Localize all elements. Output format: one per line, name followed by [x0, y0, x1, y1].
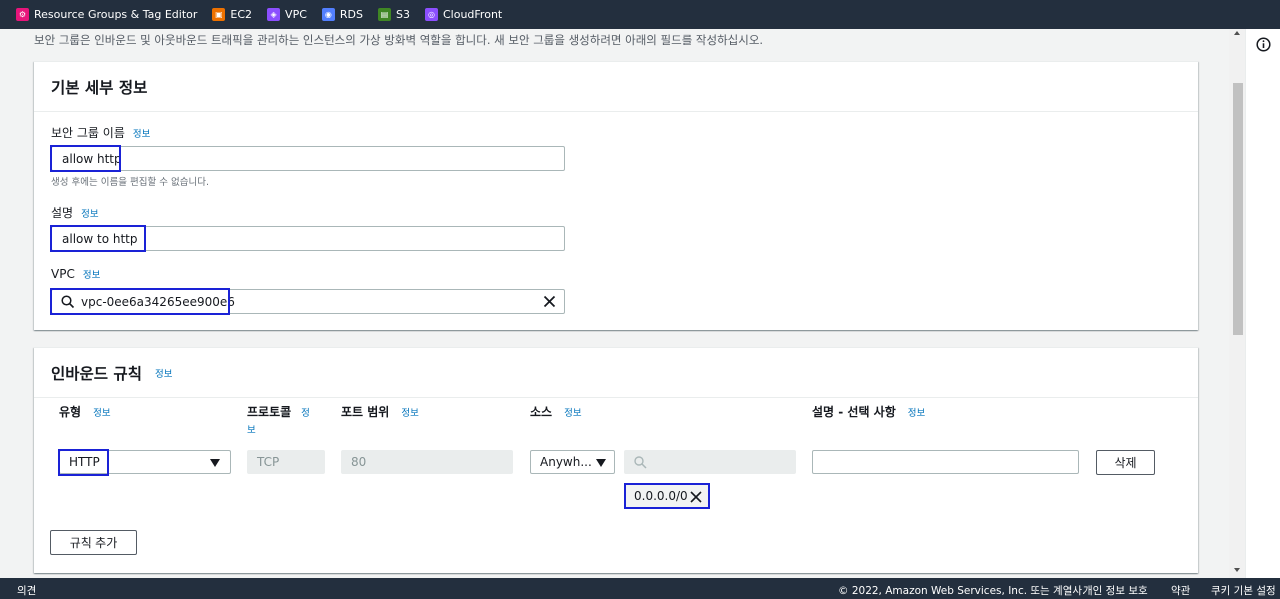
remove-token-icon[interactable]	[690, 491, 702, 503]
info-link[interactable]: 정보	[908, 408, 925, 419]
port-range-field: 80	[341, 450, 513, 474]
col-desc-header: 설명 - 선택 사항 정보	[812, 405, 926, 419]
favorite-cloudfront[interactable]: ◎ CloudFront	[424, 8, 502, 21]
rds-icon: ◉	[321, 8, 335, 21]
favorites-bar: ⚙ Resource Groups & Tag Editor ▣ EC2 ◈ VPC …	[0, 0, 1280, 29]
info-circle-icon[interactable]	[1256, 37, 1271, 52]
favorite-ec2[interactable]: ▣ EC2	[212, 8, 252, 21]
col-protocol-header: 프로토콜 정 보	[247, 403, 322, 436]
favorite-vpc[interactable]: ◈ VPC	[267, 8, 307, 21]
feedback-link[interactable]: 의견	[17, 583, 36, 598]
basic-details-header: 기본 세부 정보	[34, 62, 1198, 112]
scroll-up-arrow[interactable]	[1234, 31, 1240, 35]
info-link[interactable]: 정보	[564, 408, 581, 419]
vpc-icon: ◈	[267, 8, 281, 21]
s3-icon: ▤	[378, 8, 391, 21]
clear-icon[interactable]	[543, 295, 556, 308]
highlight-box	[58, 449, 109, 476]
rule-description-input[interactable]	[812, 450, 1079, 474]
info-link-wrap[interactable]: 보	[247, 422, 322, 436]
info-link[interactable]: 정보	[133, 126, 150, 140]
search-icon	[634, 455, 647, 469]
highlight-box	[50, 145, 121, 172]
description-label: 설명 정보	[51, 206, 99, 220]
cloudfront-icon: ◎	[424, 8, 438, 21]
info-link[interactable]: 정보	[155, 366, 172, 380]
info-link[interactable]: 정보	[81, 206, 98, 220]
footer: 의견 © 2022, Amazon Web Services, Inc. 또는 …	[0, 578, 1280, 599]
help-panel-rail	[1245, 29, 1280, 578]
add-rule-button[interactable]: 규칙 추가	[50, 530, 137, 555]
info-link[interactable]: 정보	[93, 408, 110, 419]
resource-groups-icon: ⚙	[16, 8, 29, 21]
sg-name-label: 보안 그룹 이름 정보	[51, 126, 151, 140]
sg-name-input[interactable]: allow http	[51, 146, 565, 171]
col-port-header: 포트 범위 정보	[341, 405, 419, 419]
terms-link[interactable]: 약관	[1171, 583, 1190, 598]
main-content: 보안 그룹은 인바운드 및 아웃바운드 트래픽을 관리하는 인스턴스의 가상 방…	[0, 29, 1245, 578]
favorite-rds[interactable]: ◉ RDS	[321, 8, 363, 21]
panel-title: 기본 세부 정보	[51, 78, 148, 97]
inbound-rules-header: 인바운드 규칙 정보	[34, 348, 1198, 398]
ec2-icon: ▣	[212, 8, 226, 21]
chevron-down-icon	[596, 459, 606, 467]
inbound-rules-panel: 인바운드 규칙 정보 유형 정보 프로토콜 정 보 포트 범위 정보 소스 정보 설명 …	[34, 347, 1198, 573]
cidr-token: 0.0.0.0/0	[624, 483, 710, 509]
chevron-down-icon	[210, 459, 220, 467]
col-type-header: 유형 정보	[59, 405, 111, 419]
favorite-s3[interactable]: ▤ S3	[378, 8, 410, 21]
scroll-down-arrow[interactable]	[1234, 568, 1240, 572]
cookie-preferences-link[interactable]: 쿠키 기본 설정	[1211, 583, 1276, 598]
sg-name-hint: 생성 후에는 이름을 편집할 수 없습니다.	[51, 177, 209, 188]
scrollbar-thumb[interactable]	[1233, 83, 1243, 335]
vpc-label: VPC 정보	[51, 267, 101, 281]
delete-rule-button[interactable]: 삭제	[1096, 450, 1155, 475]
page-scrollbar[interactable]	[1229, 29, 1245, 578]
basic-details-panel: 기본 세부 정보 보안 그룹 이름 정보 allow http 생성 후에는 이…	[34, 61, 1198, 330]
highlight-box	[50, 225, 146, 252]
protocol-field: TCP	[247, 450, 325, 474]
cidr-search-input[interactable]	[624, 450, 796, 474]
privacy-link[interactable]: 개인 정보 보호	[1083, 583, 1148, 598]
favorite-resource-groups[interactable]: ⚙ Resource Groups & Tag Editor	[16, 8, 197, 21]
info-link[interactable]: 정	[301, 408, 310, 419]
col-source-header: 소스 정보	[530, 405, 582, 419]
source-select[interactable]: Anywh...	[530, 450, 615, 474]
intro-text: 보안 그룹은 인바운드 및 아웃바운드 트래픽을 관리하는 인스턴스의 가상 방…	[34, 33, 764, 47]
highlight-box	[50, 288, 230, 315]
copyright-text: © 2022, Amazon Web Services, Inc. 또는 계열사…	[838, 585, 1086, 597]
info-link[interactable]: 정보	[83, 267, 100, 281]
info-link[interactable]: 정보	[401, 408, 418, 419]
